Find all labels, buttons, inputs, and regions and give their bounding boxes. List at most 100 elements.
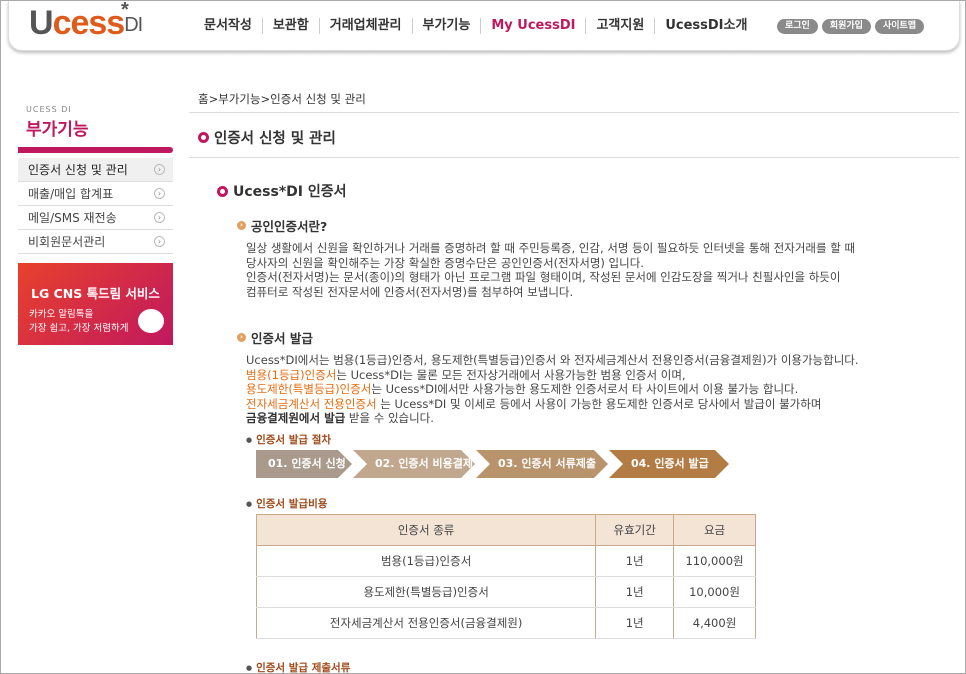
what-heading-text: 공인인증서란? [251,219,328,234]
table-row: 범용(1등급)인증서 1년 110,000원 [255,545,756,577]
what-line: 당사자의 신원을 확인해주는 가장 확실한 증명수단은 공인인증서(전자서명) … [246,255,644,270]
page-title: 인증서 신청 및 관리 [198,127,336,148]
util-button[interactable]: 로그인 [777,19,818,34]
util-button[interactable]: 사이트맵 [874,19,925,34]
bullet-arrow-icon: › [237,221,246,230]
subnav-item[interactable]: > 공지문관리 [692,53,753,68]
issue-line-4-highlight: 전자세금계산서 전용인증서 [246,396,377,411]
process-step: 03. 인증서 서류제출 [476,450,608,478]
sidebar-item[interactable]: 메일/SMS 재전송 › [18,206,173,230]
chevron-right-icon: › [154,164,165,175]
section-title-text: Ucess*DI 인증서 [233,184,347,200]
section-title: Ucess*DI 인증서 [217,181,347,201]
what-line: 컴퓨터로 작성된 전자문서에 인증서(전자서명)를 첨부하여 보냅니다. [246,284,574,299]
util-button[interactable]: 회원가입 [821,19,871,34]
issue-paragraph: Ucess*DI에서는 범용(1등급)인증서, 용도제한(특별등급)인증서 와 … [246,353,946,426]
banner-title: LG CNS 톡드림 서비스 [31,286,160,301]
docs-subtitle: 인증서 발급 제출서류 [246,660,350,673]
logo-star: * [121,0,129,21]
gnb-item[interactable]: 부가기능 [411,18,481,34]
fee-subtitle: 인증서 발급비용 [246,496,327,511]
subnav-item[interactable]: > 사원관리 [353,53,404,68]
table-row: 전자세금계산서 전용인증서(금융결제원) 1년 4,400원 [255,607,756,639]
lnb-title: 부가기능 [26,120,89,140]
lnb-menu: 인증서 신청 및 관리 › 매출/매입 합계표 › 메일/SMS 재전송 › 비회원문서관리… [18,158,173,254]
process-steps: 01. 인증서 신청 02. 인증서 비용결제 03. 인증서 서류제출 04. 인증… [256,450,730,478]
process-step: 02. 인증서 비용결제 [353,450,475,478]
banner-line-2: 가장 쉽고, 가장 저렴하게 [29,323,129,334]
gnb-item[interactable]: 보관함 [261,18,319,34]
divider [189,112,959,113]
ring-icon [198,132,209,143]
chevron-right-icon: › [154,236,165,247]
table-body: 범용(1등급)인증서 1년 110,000원 용도제한(특별등급)인증서 1년 10,00… [255,545,756,639]
sidebar-item-label: 매출/매입 합계표 [28,187,114,201]
issue-line-3-highlight: 용도제한(특별등급)인증서 [246,382,372,396]
issue-line-2-text: 는 Ucess*DI는 물론 모든 전자상거래에서 사용가능한 범용 인증서 이… [336,367,686,382]
gnb-item[interactable]: My UcessDI [480,18,585,34]
sidebar-item[interactable]: 인증서 신청 및 관리 › [18,158,173,182]
logo-cess: cess [52,4,126,42]
subnav-item[interactable]: > 국세청 신고관리 [828,53,912,68]
divider [189,157,959,158]
global-navigation: 문서작성 보관함 거래업체관리 부가기능 My UcessDI 고객지원 UcessDI소개 [194,18,757,34]
subnav-item[interactable]: > 이용/납부내역 [270,53,344,68]
issue-line-1: Ucess*DI에서는 범용(1등급)인증서, 용도제한(특별등급)인증서 와 … [246,353,859,367]
site-logo[interactable]: UcessDI * [29,1,143,44]
fee-table: 인증서 종류 유효기간 요금 범용(1등급)인증서 1년 110,000원 용도제한(특별… [255,514,756,639]
banner-text: 카카오 알림톡을가장 쉽고, 가장 저렴하게 [29,308,128,336]
lnb-brand: UCESS DI [26,105,72,114]
table-cell: 1년 [595,545,675,577]
subnav-item[interactable]: > 마감관리 [632,53,683,68]
table-header-row: 인증서 종류 유효기간 요금 [255,514,756,546]
process-step: 04. 인증서 발급 [609,450,729,478]
what-paragraph: 일상 생활에서 신원을 확인하거나 거래를 증명하려 할 때 주민등록증, 인감… [246,241,946,299]
gnb-item[interactable]: 문서작성 [194,18,262,34]
browser-frame: UcessDI * 문서작성 보관함 거래업체관리 부가기능 My UcessDI 고객지… [0,0,966,674]
gnb-item[interactable]: 거래업체관리 [318,18,412,34]
subnav-item[interactable]: > 회사코드관리 [473,53,543,68]
issue-line-5-bold: 금융결제원에서 발급 [246,411,346,425]
left-sidebar: UCESS DI 부가기능 인증서 신청 및 관리 › 매출/매입 합계표 › 메일/S… [18,105,173,345]
table-cell: 범용(1등급)인증서 [255,545,597,577]
table-row: 용도제한(특별등급)인증서 1년 10,000원 [255,576,756,608]
sidebar-item[interactable]: 매출/매입 합계표 › [18,182,173,206]
table-header: 유효기간 [595,514,675,546]
subnav-item[interactable]: > SMS관리 [762,53,819,68]
gnb-item[interactable]: 고객지원 [585,18,654,34]
gnb-item[interactable]: UcessDI소개 [654,18,757,34]
issue-line-2-highlight: 범용(1등급)인증서 [246,367,337,382]
what-line: 일상 생활에서 신원을 확인하거나 거래를 증명하려 할 때 주민등록증, 인감… [246,241,856,255]
main-content: 홈>부가기능>인증서 신청 및 관리 인증서 신청 및 관리 Ucess*DI … [189,89,959,673]
chevron-right-icon: › [154,188,165,199]
logo-u: U [29,4,54,42]
header-top: UcessDI * 문서작성 보관함 거래업체관리 부가기능 My UcessDI 고객지… [8,1,960,51]
utility-links: 로그인 회원가입 사이트맵 [777,19,925,34]
issue-line-3: 용도제한(특별등급)인증서는 Ucess*DI에서만 사용가능한 용도제한 인증… [246,382,946,397]
issue-line-5-text: 받을 수 있습니다. [345,411,434,425]
what-line: 인증서(전자서명)는 문서(종이)의 형태가 아닌 프로그램 파일 형태이며, … [246,270,841,284]
subnav-item[interactable]: > 이용료결제 [200,53,261,68]
table-header: 요금 [673,514,756,546]
banner-line-1: 카카오 알림톡을 [29,309,94,320]
table-cell: 4,400원 [673,607,756,639]
sidebar-item[interactable]: 비회원문서관리 › [18,230,173,254]
sidebar-item-label: 메일/SMS 재전송 [28,211,117,225]
issue-line-4-text: 는 Ucess*DI 및 이세로 등에서 사용이 가능한 용도제한 인증서로 당… [376,396,822,411]
table-cell: 용도제한(특별등급)인증서 [255,576,597,608]
table-cell: 1년 [595,607,675,639]
issue-line-3-text: 는 Ucess*DI에서만 사용가능한 용도제한 인증서로서 타 사이트에서 이… [371,382,799,396]
subnav-item[interactable]: > 부서관리 [413,53,464,68]
table-cell: 10,000원 [673,576,756,608]
table-header: 인증서 종류 [255,514,597,546]
issue-line-4: 전자세금계산서 전용인증서 는 Ucess*DI 및 이세로 등에서 사용이 가… [246,397,946,412]
table-cell: 전자세금계산서 전용인증서(금융결제원) [255,607,597,639]
speech-bubble-icon [138,309,164,333]
ring-icon [217,185,228,197]
table-cell: 1년 [595,576,675,608]
subnav-item[interactable]: > 모사업장등록 [553,53,623,68]
site-header: UcessDI * 문서작성 보관함 거래업체관리 부가기능 My UcessDI 고객지… [8,1,960,75]
bullet-arrow-icon: › [237,333,246,342]
page-title-text: 인증서 신청 및 관리 [214,131,336,147]
talkdream-banner[interactable]: LG CNS 톡드림 서비스 카카오 알림톡을가장 쉽고, 가장 저렴하게 [18,263,173,345]
